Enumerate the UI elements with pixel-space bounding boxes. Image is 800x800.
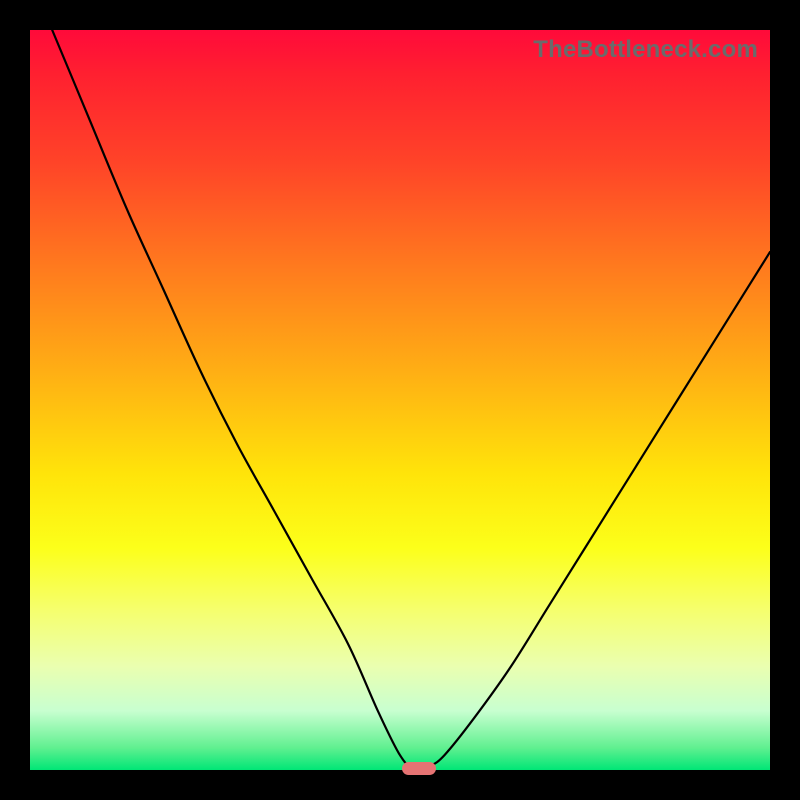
bottleneck-curve <box>52 30 770 771</box>
plot-area: TheBottleneck.com <box>30 30 770 770</box>
chart-frame: TheBottleneck.com <box>0 0 800 800</box>
curve-layer <box>30 30 770 770</box>
optimum-marker <box>402 762 436 775</box>
